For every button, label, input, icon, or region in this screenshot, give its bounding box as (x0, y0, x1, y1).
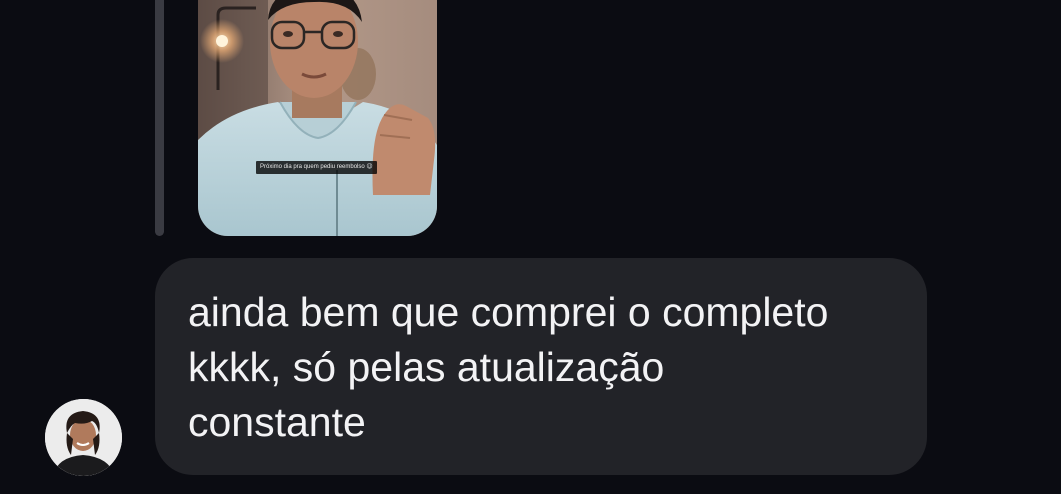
message-text-line: kkkk, só pelas atualização (188, 344, 665, 390)
sender-avatar[interactable] (45, 399, 122, 476)
video-thumbnail-image (198, 0, 437, 236)
user-avatar-icon (45, 399, 122, 476)
message-text-line: constante (188, 399, 366, 445)
message-bubble[interactable]: ainda bem que comprei o completo kkkk, s… (155, 258, 927, 475)
reply-indicator-bar (155, 0, 164, 236)
shared-video-thumbnail[interactable]: Próximo dia pra quem pediu reembolso 😉 (198, 0, 437, 236)
video-caption: Próximo dia pra quem pediu reembolso 😉 (256, 161, 377, 174)
message-text-line: ainda bem que comprei o completo (188, 289, 829, 335)
